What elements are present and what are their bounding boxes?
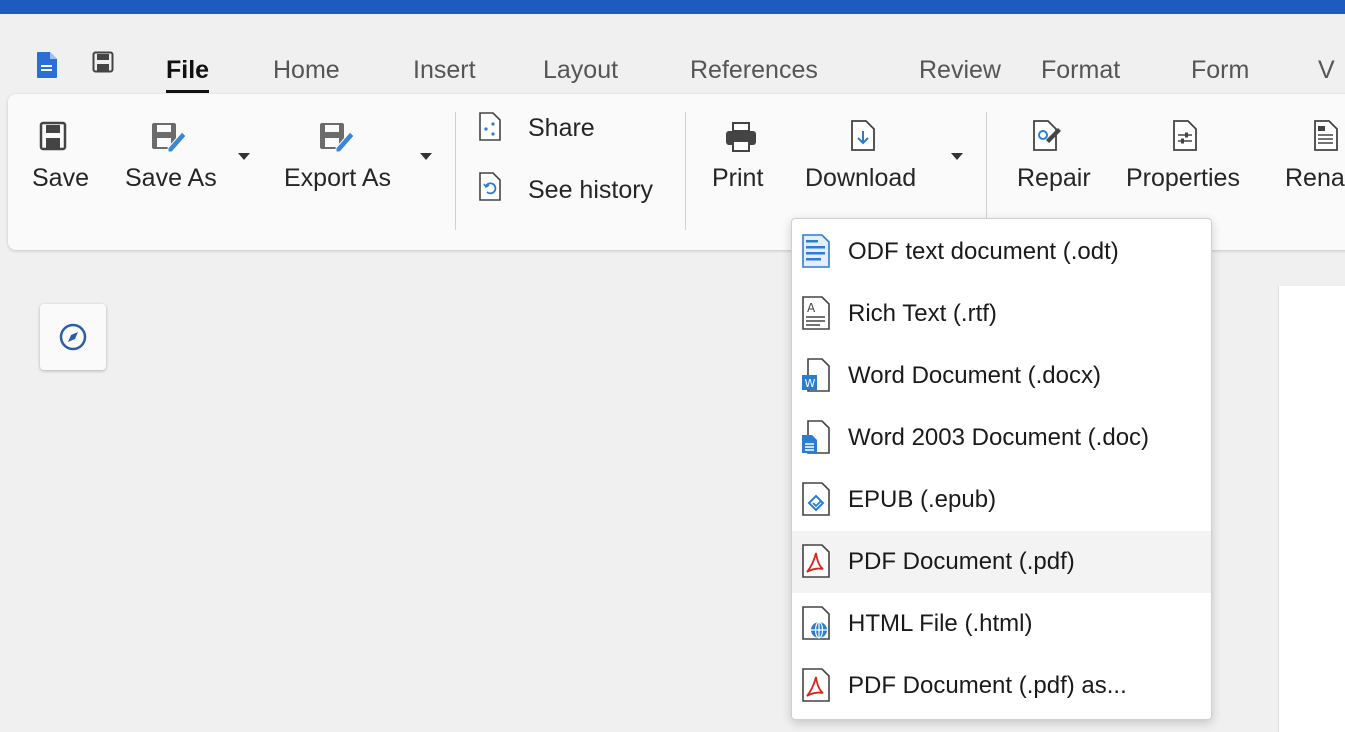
document-page[interactable] [1278, 286, 1345, 732]
document-app-icon[interactable] [36, 51, 58, 79]
tab-view[interactable]: V [1318, 56, 1335, 85]
menu-item-docx[interactable]: W Word Document (.docx) [792, 345, 1211, 407]
repair-label: Repair [1017, 164, 1091, 192]
menu-item-label: PDF Document (.pdf) as... [848, 672, 1127, 699]
tab-review[interactable]: Review [919, 56, 1001, 85]
tab-form[interactable]: Form [1191, 56, 1249, 85]
download-label: Download [805, 164, 917, 192]
navigator-button[interactable] [40, 304, 106, 370]
menu-item-label: EPUB (.epub) [848, 486, 997, 513]
rename-icon [1314, 120, 1338, 151]
export-as-button[interactable]: Export As [280, 120, 410, 200]
save-as-label: Save As [125, 164, 217, 192]
tab-home[interactable]: Home [273, 56, 340, 85]
repair-button[interactable]: Repair [1004, 120, 1104, 200]
epub-file-icon [802, 482, 830, 516]
share-icon [479, 112, 501, 141]
print-label: Print [712, 164, 764, 192]
quick-save-icon[interactable] [92, 51, 114, 73]
printer-icon [726, 122, 756, 152]
properties-icon [1173, 120, 1197, 151]
save-as-icon [152, 123, 186, 153]
download-icon [851, 120, 875, 151]
export-as-dropdown-caret-icon[interactable] [420, 153, 432, 160]
menu-item-label: Word Document (.docx) [848, 362, 1101, 389]
menu-item-label: ODF text document (.odt) [848, 238, 1119, 265]
share-button[interactable]: Share [476, 110, 626, 150]
menu-item-odt[interactable]: ODF text document (.odt) [792, 221, 1211, 283]
svg-text:W: W [805, 377, 816, 390]
rename-label: Rena [1285, 164, 1345, 192]
menu-item-label: Word 2003 Document (.doc) [848, 424, 1150, 451]
ribbon-separator [986, 112, 987, 230]
save-icon [39, 121, 67, 151]
pdf-file-icon [802, 544, 830, 578]
docx-file-icon: W [802, 358, 830, 392]
tab-file[interactable]: File [166, 56, 210, 93]
menu-item-label: PDF Document (.pdf) [848, 548, 1075, 575]
properties-button[interactable]: Properties [1122, 120, 1252, 200]
tab-references[interactable]: References [690, 56, 818, 85]
ribbon-separator [685, 112, 686, 230]
download-dropdown-caret-icon[interactable] [951, 153, 963, 160]
repair-icon [1033, 120, 1061, 151]
odt-file-icon [802, 234, 830, 268]
menu-item-html[interactable]: HTML File (.html) [792, 593, 1211, 655]
rtf-file-icon: A [802, 296, 830, 330]
history-icon [479, 172, 501, 201]
menu-item-pdf-as[interactable]: PDF Document (.pdf) as... [792, 655, 1211, 717]
download-format-menu: ODF text document (.odt) A Rich Text (.r… [791, 218, 1212, 720]
menu-item-label: HTML File (.html) [848, 610, 1033, 637]
share-label: Share [528, 114, 595, 142]
menu-item-pdf[interactable]: PDF Document (.pdf) [792, 531, 1211, 593]
tab-insert[interactable]: Insert [413, 56, 476, 85]
ribbon-separator [455, 112, 456, 230]
menu-item-label: Rich Text (.rtf) [848, 300, 997, 327]
menu-item-rtf[interactable]: A Rich Text (.rtf) [792, 283, 1211, 345]
save-as-button[interactable]: Save As [120, 120, 230, 200]
compass-icon [59, 323, 87, 351]
export-as-label: Export As [284, 164, 391, 192]
export-as-icon [320, 123, 354, 153]
window-top-accent-bar [0, 0, 1345, 14]
html-file-icon [802, 606, 830, 640]
menu-item-epub[interactable]: EPUB (.epub) [792, 469, 1211, 531]
menu-item-doc[interactable]: Word 2003 Document (.doc) [792, 407, 1211, 469]
tab-bar: File Home Insert Layout References Revie… [0, 14, 1345, 94]
see-history-label: See history [528, 176, 654, 204]
save-as-dropdown-caret-icon[interactable] [238, 153, 250, 160]
print-button[interactable]: Print [704, 120, 780, 200]
properties-label: Properties [1126, 164, 1240, 192]
download-button[interactable]: Download [798, 120, 938, 200]
see-history-button[interactable]: See history [476, 170, 676, 210]
save-button[interactable]: Save [26, 120, 96, 200]
svg-text:A: A [807, 301, 816, 315]
rename-button[interactable]: Rena [1279, 120, 1345, 200]
pdf-file-icon [802, 668, 830, 702]
doc-file-icon [802, 420, 830, 454]
save-label: Save [32, 164, 89, 192]
tab-layout[interactable]: Layout [543, 56, 618, 85]
tab-format[interactable]: Format [1041, 56, 1120, 85]
